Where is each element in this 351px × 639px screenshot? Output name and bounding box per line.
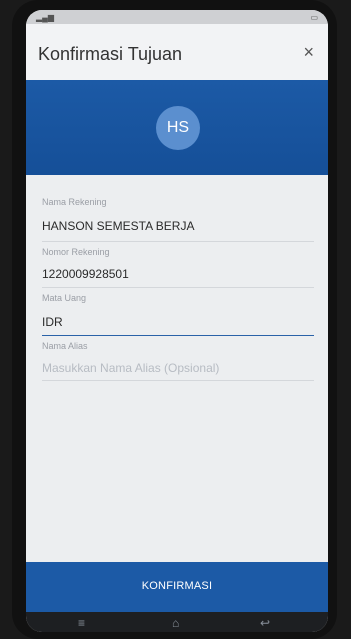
- back-icon[interactable]: ↩: [260, 616, 270, 630]
- page-title: Konfirmasi Tujuan: [38, 44, 183, 64]
- signal-icon: ▂▄▆: [36, 13, 54, 22]
- recipient-form: Nama Rekening HANSON SEMESTA BERJA Nomor…: [26, 175, 328, 565]
- status-bar: ▂▄▆ ▭: [26, 10, 328, 24]
- menu-icon[interactable]: ≡: [78, 616, 85, 630]
- home-icon[interactable]: ⌂: [172, 616, 179, 630]
- account-name-label: Nama Rekening: [42, 197, 107, 207]
- close-icon[interactable]: ×: [303, 42, 314, 63]
- account-number-divider: [42, 287, 314, 288]
- system-nav-bar: ≡ ⌂ ↩: [26, 612, 328, 632]
- alias-divider: [42, 380, 314, 381]
- avatar: HS: [156, 106, 200, 150]
- alias-label: Nama Alias: [42, 341, 88, 351]
- currency-label: Mata Uang: [42, 293, 87, 303]
- account-number-label: Nomor Rekening: [42, 247, 110, 257]
- recipient-banner: HS: [26, 80, 328, 175]
- account-name-value: HANSON SEMESTA BERJA: [42, 219, 195, 233]
- alias-input[interactable]: Masukkan Nama Alias (Opsional): [42, 361, 219, 375]
- account-name-divider: [42, 241, 314, 242]
- confirm-button[interactable]: KONFIRMASI: [26, 562, 328, 612]
- account-number-value: 1220009928501: [42, 267, 129, 281]
- currency-divider: [42, 335, 314, 336]
- modal-header: Konfirmasi Tujuan ×: [26, 24, 328, 80]
- app-screen: ▂▄▆ ▭ Konfirmasi Tujuan × HS Nama Rekeni…: [26, 10, 328, 632]
- battery-icon: ▭: [310, 13, 318, 22]
- currency-value: IDR: [42, 315, 63, 329]
